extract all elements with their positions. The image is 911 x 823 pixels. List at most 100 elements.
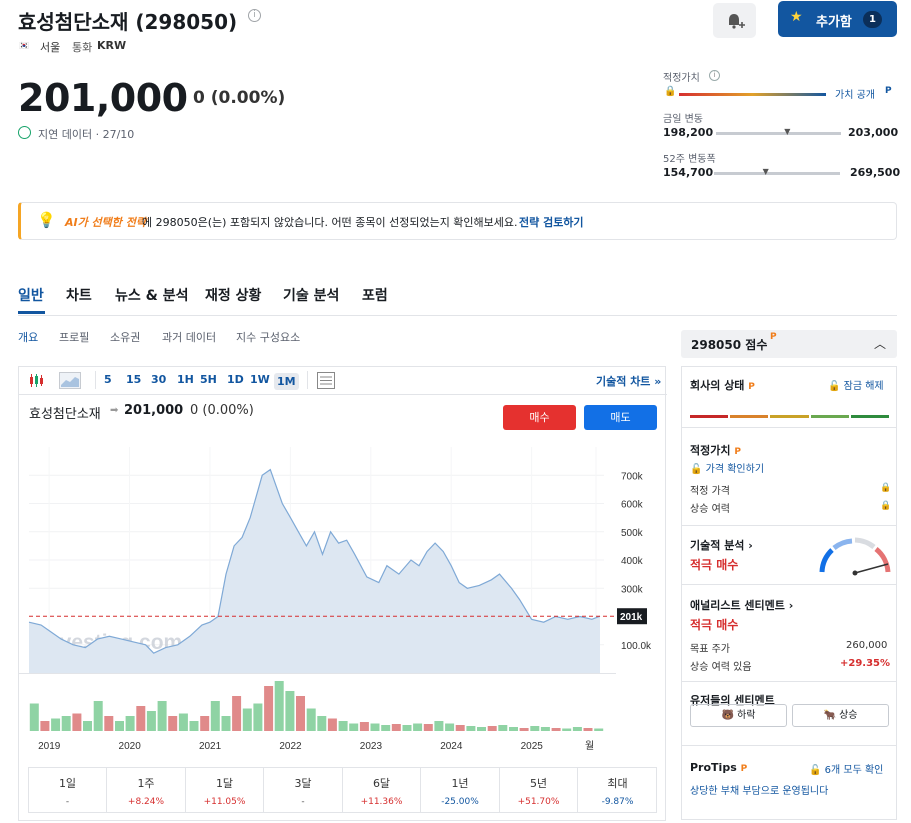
- analyst-verdict: 적극 매수: [690, 618, 739, 632]
- protips-label: ProTips P: [690, 761, 748, 774]
- info-icon[interactable]: i: [709, 70, 720, 81]
- upside-potential-label: 상승 여력 있음: [690, 662, 752, 673]
- performance-table: 1일 - 1주 +8.24% 1달 +11.05% 3달 - 6달 +11.36% 1년 -25.00…: [28, 767, 657, 813]
- volume-bar: [349, 723, 359, 731]
- see-all-tips-link[interactable]: 🔓 6개 모두 확인: [809, 761, 883, 776]
- volume-bar: [445, 723, 455, 731]
- volume-bar: [509, 727, 518, 731]
- score-panel: 회사의 상태 P 🔓 잠금 해제 적정가치 P 🔓 가격 확인하기 적정 가격 …: [681, 366, 897, 820]
- timeframe-15[interactable]: 15: [126, 373, 141, 386]
- x-tick-label: 2021: [199, 741, 222, 752]
- performance-value: +8.24%: [127, 797, 165, 807]
- volume-bar: [466, 726, 476, 731]
- subtab-historical[interactable]: 과거 데이터: [162, 329, 216, 345]
- performance-cell-0: 1일 -: [29, 768, 107, 812]
- last-price: 201,000: [18, 76, 188, 120]
- tab-chart[interactable]: 차트: [66, 285, 92, 305]
- upside-label: 상승 여력: [690, 504, 730, 515]
- timeframe-1d[interactable]: 1D: [227, 373, 244, 386]
- week52-low: 154,700: [663, 166, 714, 179]
- performance-cell-5: 1년 -25.00%: [422, 768, 500, 812]
- performance-period: 1달: [215, 777, 234, 790]
- tab-technical[interactable]: 기술 분석: [283, 285, 339, 305]
- volume-bar: [498, 725, 508, 731]
- volume-bar: [338, 721, 348, 731]
- analyst-label[interactable]: 애널리스트 센티멘트 ›: [690, 597, 793, 613]
- performance-period: 1주: [137, 777, 155, 790]
- unlock-link[interactable]: 🔓 잠금 해제: [828, 377, 884, 392]
- volume-bar: [370, 723, 380, 731]
- performance-period: 6달: [372, 777, 391, 790]
- x-tick-label: 2024: [440, 741, 463, 752]
- technical-label[interactable]: 기술적 분석 ›: [690, 537, 753, 553]
- timeframe-1m[interactable]: 1M: [274, 373, 299, 390]
- volume-bar: [572, 727, 582, 731]
- tab-forum[interactable]: 포럼: [362, 285, 388, 305]
- table-view-icon[interactable]: [317, 372, 335, 389]
- bullish-vote-button[interactable]: 🐂 상승: [792, 704, 889, 727]
- tab-financials[interactable]: 재정 상황: [205, 285, 261, 305]
- volume-bar: [381, 725, 391, 731]
- buy-button[interactable]: 매수: [503, 405, 576, 430]
- subtab-ownership[interactable]: 소유권: [110, 329, 140, 345]
- area-chart-icon[interactable]: [59, 372, 81, 389]
- price-chart-plot[interactable]: 100.0k 300k 400k 500k 600k 700k 2019 2020 2021 20…: [19, 437, 665, 757]
- lock-icon: 🔒: [880, 501, 892, 511]
- bell-plus-icon: [729, 14, 745, 29]
- performance-cell-7: 최대 -9.87%: [579, 768, 657, 812]
- tab-overview[interactable]: 일반: [18, 285, 44, 305]
- candlestick-icon[interactable]: [28, 373, 44, 388]
- score-header[interactable]: 298050 점수 P ︿: [681, 330, 897, 358]
- chart-change: 0 (0.00%): [190, 403, 254, 418]
- volume-bar: [562, 728, 572, 731]
- y-tick-label: 100.0k: [621, 641, 652, 652]
- subtab-index-components[interactable]: 지수 구성요소: [236, 329, 300, 345]
- technical-chart-link[interactable]: 기술적 차트 »: [596, 373, 661, 389]
- timeframe-30[interactable]: 30: [151, 373, 166, 386]
- company-health-section: 회사의 상태 P 🔓 잠금 해제: [682, 367, 896, 428]
- exchange-name: 서울: [40, 41, 61, 54]
- volume-bar: [61, 716, 71, 731]
- timeframe-5[interactable]: 5: [104, 373, 112, 386]
- volume-bar: [487, 726, 497, 731]
- price-alert-button[interactable]: [713, 3, 756, 38]
- bearish-vote-button[interactable]: 🐻 하락: [690, 704, 787, 727]
- pro-icon: P: [885, 86, 892, 96]
- pro-icon: P: [770, 332, 777, 342]
- volume-bar: [264, 686, 274, 731]
- review-strategy-link[interactable]: 전략 검토하기: [519, 214, 584, 230]
- sell-button[interactable]: 매도: [584, 405, 657, 430]
- volume-bar: [168, 716, 178, 731]
- volume-bar: [157, 701, 167, 731]
- chevron-up-icon[interactable]: ︿: [874, 335, 886, 352]
- subtab-profile[interactable]: 프로필: [59, 329, 89, 345]
- protip-item[interactable]: 상당한 부채 부담으로 운영됩니다: [690, 782, 828, 797]
- arrow-right-icon: ➡: [110, 405, 119, 416]
- day-low: 198,200: [663, 126, 714, 139]
- volume-bar: [210, 701, 220, 731]
- day-high: 203,000: [848, 126, 899, 139]
- volume-bar: [115, 721, 124, 731]
- volume-bar: [306, 708, 316, 731]
- delayed-data-note: 지연 데이터 · 27/10: [38, 128, 135, 141]
- subtab-summary[interactable]: 개요: [18, 329, 38, 345]
- info-icon[interactable]: i: [248, 9, 261, 22]
- tab-news[interactable]: 뉴스 & 분석: [115, 285, 188, 305]
- reveal-value-link[interactable]: 가치 공개: [835, 86, 875, 101]
- volume-bar: [40, 721, 50, 731]
- tabs-divider: [18, 315, 897, 316]
- active-tab-indicator: [18, 311, 45, 314]
- x-tick-label: 2020: [119, 741, 142, 752]
- fair-value-title: 적정가치 P: [690, 444, 741, 457]
- bear-icon: 🐻: [721, 710, 734, 721]
- timeframe-5h[interactable]: 5H: [200, 373, 217, 386]
- volume-bar: [540, 727, 550, 731]
- timeframe-1w[interactable]: 1W: [250, 373, 270, 386]
- check-price-link[interactable]: 🔓 가격 확인하기: [690, 460, 764, 475]
- price-area: [29, 469, 600, 673]
- add-to-watchlist-button[interactable]: ★ 추가함 1: [778, 1, 897, 37]
- timeframe-1h[interactable]: 1H: [177, 373, 194, 386]
- performance-period: 1일: [58, 777, 77, 790]
- volume-bar: [253, 703, 263, 731]
- performance-period: 3달: [294, 777, 312, 790]
